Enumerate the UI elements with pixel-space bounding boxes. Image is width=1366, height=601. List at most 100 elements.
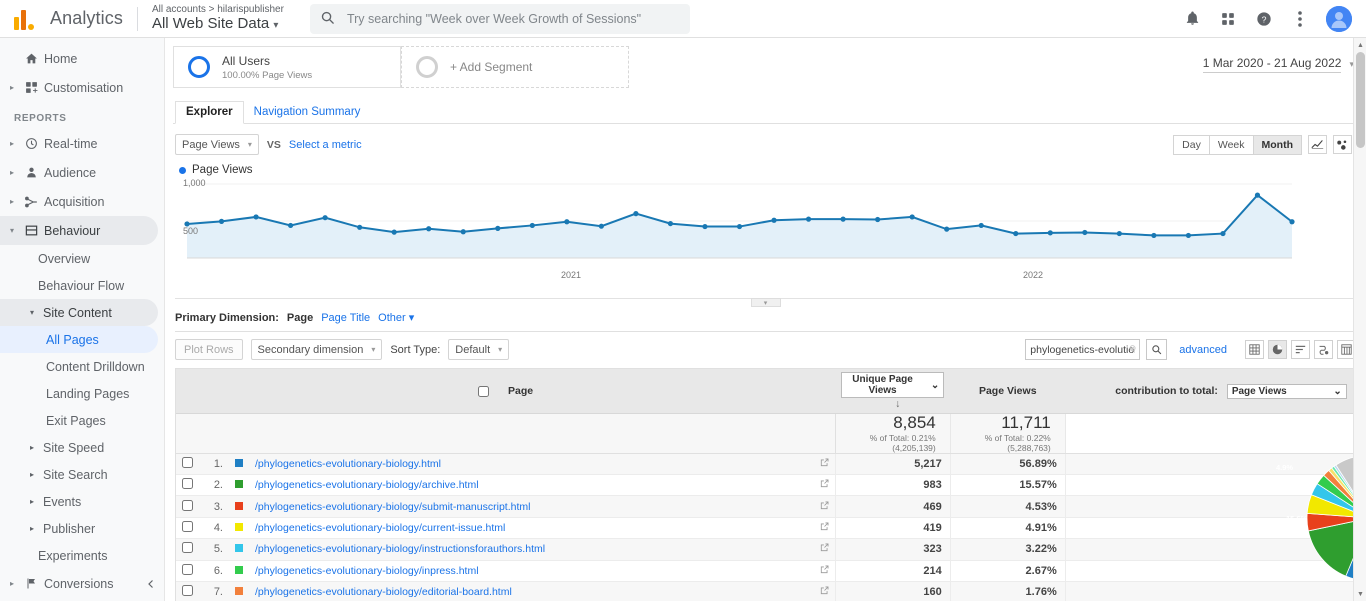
row-checkbox[interactable]: [182, 456, 193, 468]
sidebar-item-overview[interactable]: Overview: [0, 245, 158, 272]
open-external-icon[interactable]: [813, 474, 836, 497]
row-page-cell[interactable]: /phylogenetics-evolutionary-biology/curr…: [249, 517, 814, 540]
sidebar-item-realtime[interactable]: ▸ Real-time: [0, 129, 158, 158]
metric-select[interactable]: Page Views ▾: [175, 134, 259, 155]
row-page-link[interactable]: /phylogenetics-evolutionary-biology/curr…: [255, 522, 505, 534]
row-page-cell[interactable]: /phylogenetics-evolutionary-biology/inst…: [249, 538, 814, 561]
th-page-views[interactable]: Page Views: [950, 369, 1066, 414]
row-page-link[interactable]: /phylogenetics-evolutionary-biology/edit…: [255, 586, 512, 598]
table-row[interactable]: 3. /phylogenetics-evolutionary-biology/su…: [176, 495, 1355, 518]
search-icon[interactable]: [1146, 339, 1168, 360]
unique-page-views-select[interactable]: Unique Page Views ⌄: [841, 372, 945, 398]
segment-all-users[interactable]: All Users 100.00% Page Views: [173, 46, 401, 88]
tab-explorer[interactable]: Explorer: [175, 101, 244, 124]
row-page-cell[interactable]: /phylogenetics-evolutionary-biology.html: [249, 453, 814, 476]
dimension-option-page-title[interactable]: Page Title: [321, 312, 370, 324]
row-page-link[interactable]: /phylogenetics-evolutionary-biology/inpr…: [255, 565, 479, 577]
sidebar-item-landing-pages[interactable]: Landing Pages: [0, 380, 158, 407]
row-page-link[interactable]: /phylogenetics-evolutionary-biology/arch…: [255, 479, 479, 491]
select-all-checkbox[interactable]: [478, 385, 490, 397]
sidebar-item-behaviour-flow[interactable]: Behaviour Flow: [0, 272, 158, 299]
row-checkbox-cell[interactable]: [176, 474, 199, 497]
sidebar-item-audience[interactable]: ▸ Audience: [0, 158, 158, 187]
pie-chart-svg[interactable]: [1250, 418, 1366, 601]
sidebar-item-all-pages[interactable]: All Pages: [0, 326, 158, 353]
sort-arrow-icon[interactable]: ↓: [895, 398, 900, 410]
contribution-metric-select[interactable]: Page Views ⌄: [1226, 383, 1347, 399]
comparison-view-icon[interactable]: [1314, 340, 1333, 359]
sidebar-item-site-content[interactable]: ▾ Site Content: [0, 299, 158, 326]
row-checkbox[interactable]: [182, 542, 193, 554]
table-row[interactable]: 7. /phylogenetics-evolutionary-biology/ed…: [176, 581, 1355, 601]
dimension-option-other[interactable]: Other ▾: [378, 311, 414, 324]
sidebar-item-conversions[interactable]: ▸ Conversions: [0, 569, 158, 598]
row-checkbox-cell[interactable]: [176, 453, 199, 476]
row-checkbox-cell[interactable]: [176, 538, 199, 561]
sidebar-item-publisher[interactable]: ▸ Publisher: [0, 515, 158, 542]
scroll-up-icon[interactable]: ▲: [1354, 38, 1366, 52]
scroll-down-icon[interactable]: ▼: [1354, 587, 1366, 601]
pie-view-icon[interactable]: [1268, 340, 1287, 359]
th-unique-page-views[interactable]: Unique Page Views ⌄ ↓: [835, 369, 951, 414]
performance-view-icon[interactable]: [1291, 340, 1310, 359]
row-checkbox[interactable]: [182, 585, 193, 597]
row-checkbox-cell[interactable]: [176, 560, 199, 583]
more-vert-icon[interactable]: [1290, 9, 1310, 29]
timeline-chart[interactable]: 1,000 500 2021 2022 ▾: [175, 178, 1356, 307]
table-search-input[interactable]: [1025, 339, 1141, 360]
row-checkbox[interactable]: [182, 521, 193, 533]
avatar[interactable]: [1326, 5, 1352, 32]
scrollbar-thumb[interactable]: [1356, 52, 1365, 148]
granularity-day[interactable]: Day: [1173, 134, 1209, 155]
sidebar-item-behaviour[interactable]: ▾ Behaviour: [0, 216, 158, 245]
open-external-icon[interactable]: [813, 560, 836, 583]
sidebar-item-acquisition[interactable]: ▸ Acquisition: [0, 187, 158, 216]
open-external-icon[interactable]: [813, 538, 836, 561]
date-range-picker[interactable]: 1 Mar 2020 - 21 Aug 2022 ▾: [1202, 46, 1356, 73]
table-row[interactable]: 1. /phylogenetics-evolutionary-biology.ht…: [176, 453, 1355, 476]
sidebar-item-customisation[interactable]: ▸ Customisation: [0, 73, 158, 102]
tab-navigation-summary[interactable]: Navigation Summary: [244, 102, 371, 123]
sidebar-item-site-speed[interactable]: ▸ Site Speed: [0, 434, 158, 461]
row-checkbox[interactable]: [182, 499, 193, 511]
sort-type-select[interactable]: Default ▾: [448, 339, 510, 360]
open-external-icon[interactable]: [813, 453, 836, 476]
row-page-cell[interactable]: /phylogenetics-evolutionary-biology/edit…: [249, 581, 814, 601]
table-view-icon[interactable]: [1245, 340, 1264, 359]
plot-rows-button[interactable]: Plot Rows: [175, 339, 243, 360]
sidebar-item-home[interactable]: Home: [0, 44, 158, 73]
vertical-scrollbar[interactable]: ▲ ▼: [1353, 38, 1366, 601]
line-chart-icon[interactable]: [1308, 135, 1327, 154]
sidebar-item-experiments[interactable]: Experiments: [0, 542, 158, 569]
row-page-cell[interactable]: /phylogenetics-evolutionary-biology/subm…: [249, 495, 814, 518]
bell-icon[interactable]: [1182, 9, 1202, 29]
sidebar-collapse-button[interactable]: [140, 573, 162, 595]
row-page-link[interactable]: /phylogenetics-evolutionary-biology/subm…: [255, 501, 530, 513]
motion-chart-icon[interactable]: [1333, 135, 1352, 154]
open-external-icon[interactable]: [813, 495, 836, 518]
open-external-icon[interactable]: [813, 581, 836, 601]
sidebar-item-site-search[interactable]: ▸ Site Search: [0, 461, 158, 488]
row-checkbox-cell[interactable]: [176, 495, 199, 518]
add-segment-button[interactable]: + Add Segment: [401, 46, 629, 88]
row-checkbox-cell[interactable]: [176, 581, 199, 601]
apps-grid-icon[interactable]: [1218, 9, 1238, 29]
advanced-link[interactable]: advanced: [1179, 344, 1227, 356]
secondary-dimension-select[interactable]: Secondary dimension ▾: [250, 339, 383, 360]
open-external-icon[interactable]: [813, 517, 836, 540]
help-icon[interactable]: ?: [1254, 9, 1274, 29]
row-page-cell[interactable]: /phylogenetics-evolutionary-biology/arch…: [249, 474, 814, 497]
select-a-metric-link[interactable]: Select a metric: [289, 139, 362, 151]
sidebar-item-exit-pages[interactable]: Exit Pages: [0, 407, 158, 434]
sidebar-item-events[interactable]: ▸ Events: [0, 488, 158, 515]
granularity-month[interactable]: Month: [1252, 134, 1302, 155]
search-input[interactable]: [344, 10, 680, 27]
table-row[interactable]: 2. /phylogenetics-evolutionary-biology/ar…: [176, 474, 1355, 497]
dimension-option-page[interactable]: Page: [287, 312, 313, 324]
chart-resize-handle[interactable]: ▾: [750, 298, 781, 307]
row-checkbox-cell[interactable]: [176, 517, 199, 540]
row-page-cell[interactable]: /phylogenetics-evolutionary-biology/inpr…: [249, 560, 814, 583]
table-row[interactable]: 4. /phylogenetics-evolutionary-biology/cu…: [176, 517, 1355, 540]
account-selector[interactable]: All accounts > hilarispublisher All Web …: [152, 4, 284, 33]
table-row[interactable]: 5. /phylogenetics-evolutionary-biology/in…: [176, 538, 1355, 561]
